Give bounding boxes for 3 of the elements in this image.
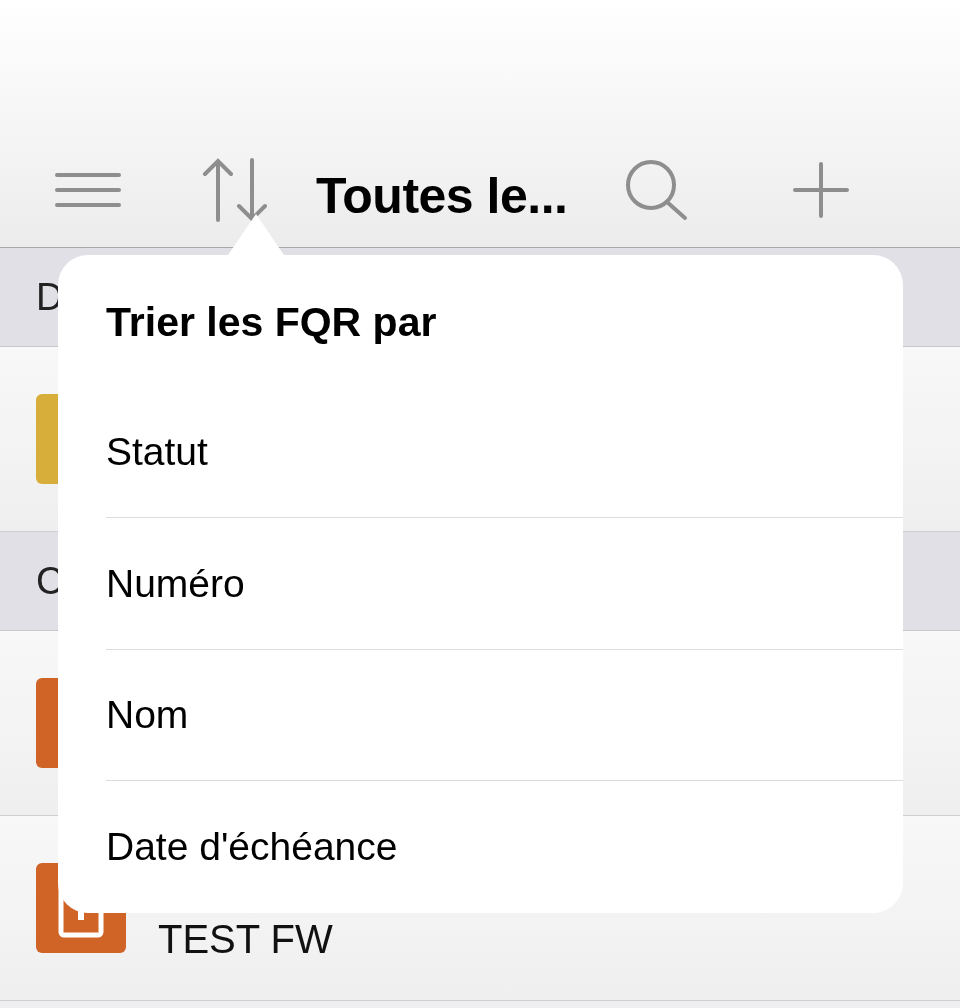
popover-title: Trier les FQR par <box>106 298 438 348</box>
row-title: TEST FW <box>158 917 333 962</box>
window-title: Toutes le... <box>316 167 568 225</box>
